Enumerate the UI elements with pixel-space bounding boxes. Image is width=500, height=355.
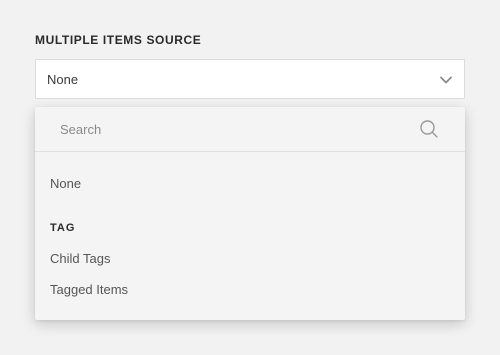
- group-label-tag: TAG: [50, 222, 76, 234]
- chevron-down-icon[interactable]: [439, 73, 453, 87]
- search-input[interactable]: [49, 118, 409, 140]
- option-none[interactable]: None: [50, 176, 81, 191]
- option-tagged-items[interactable]: Tagged Items: [50, 282, 128, 297]
- field-label: MULTIPLE ITEMS SOURCE: [35, 33, 202, 47]
- option-child-tags[interactable]: Child Tags: [50, 251, 110, 266]
- search-row: [35, 107, 465, 152]
- multiple-items-source-select[interactable]: None: [35, 59, 465, 99]
- search-icon: [419, 119, 439, 139]
- selected-value: None: [47, 72, 79, 87]
- dropdown-menu: None TAG Child Tags Tagged Items: [35, 107, 465, 320]
